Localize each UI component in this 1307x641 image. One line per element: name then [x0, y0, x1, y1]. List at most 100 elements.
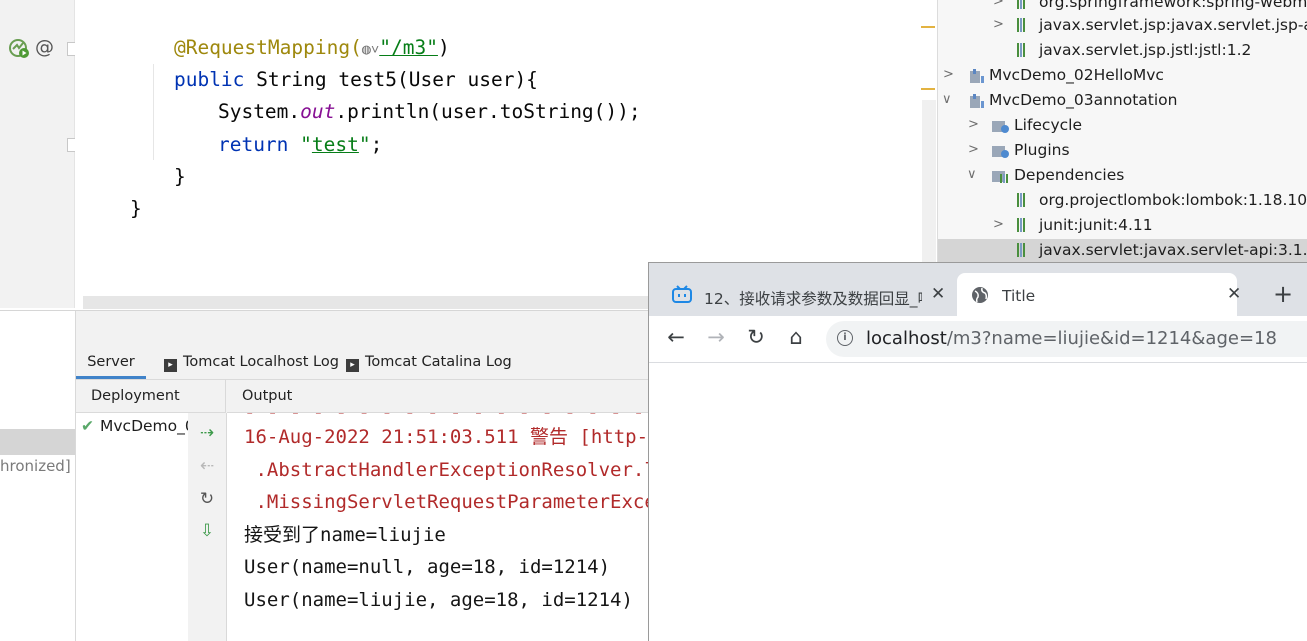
- tree-item-label: Plugins: [1014, 141, 1070, 159]
- maven-tree[interactable]: > org.springframework:spring-webmvc > ja…: [937, 0, 1307, 270]
- bilibili-icon: [672, 285, 692, 307]
- tab-tomcat-catalina-log[interactable]: ▸ Tomcat Catalina Log: [346, 345, 512, 379]
- reload-button[interactable]: ↻: [743, 325, 769, 349]
- lifecycle-folder-icon: [992, 118, 1009, 134]
- chevron-right-icon[interactable]: >: [968, 142, 979, 157]
- code-line: }: [127, 129, 186, 188]
- refresh-icon[interactable]: ↻: [197, 489, 217, 509]
- library-icon: [1017, 43, 1033, 59]
- tab-tomcat-localhost-log[interactable]: ▸ Tomcat Localhost Log: [164, 345, 339, 379]
- undeploy-icon[interactable]: ⇠: [197, 456, 217, 476]
- log-icon: ▸: [346, 359, 359, 372]
- services-tree-selected-row[interactable]: [0, 429, 75, 455]
- string-literal: ": [358, 133, 371, 156]
- tree-item-label: javax.servlet.jsp.jstl:jstl:1.2: [1039, 41, 1252, 59]
- address-bar[interactable]: i localhost/m3?name=liujie&id=1214&age=1…: [826, 321, 1307, 357]
- annotation-marker-icon[interactable]: @: [35, 36, 54, 58]
- deployment-header: Deployment: [76, 379, 226, 413]
- tree-item-label: org.projectlombok:lombok:1.18.10: [1039, 191, 1307, 209]
- chevron-down-icon[interactable]: ∨: [942, 92, 952, 107]
- chevron-right-icon[interactable]: >: [993, 217, 1004, 232]
- url-path: /m3?name=liujie&id=1214&age=18: [946, 328, 1277, 349]
- console-line: .AbstractHandlerExceptionResolver.lo: [244, 459, 657, 481]
- code-text: }: [173, 165, 186, 188]
- tree-item-label: MvcDemo_02HelloMvc: [989, 66, 1164, 84]
- output-console[interactable]: - - - - - - - - - - - - - - - - - - - 16…: [227, 413, 657, 641]
- run-mapping-icon[interactable]: [8, 37, 30, 59]
- url-host: localhost: [866, 328, 947, 349]
- tree-item-selected[interactable]: javax.servlet:javax.servlet-api:3.1.0 (p: [938, 239, 1307, 264]
- tree-item[interactable]: javax.servlet.jsp.jstl:jstl:1.2: [938, 39, 1307, 64]
- warning-marker[interactable]: [921, 88, 935, 90]
- tree-item[interactable]: ∨ Dependencies: [938, 164, 1307, 189]
- home-button[interactable]: ⌂: [783, 325, 809, 349]
- forward-button[interactable]: →: [703, 325, 729, 349]
- browser-page-content[interactable]: [649, 363, 1307, 641]
- output-header: Output: [227, 379, 657, 413]
- browser-tab-strip: 12、接收请求参数及数据回显_哔 ✕ Title ✕ +: [649, 263, 1307, 316]
- code-line: return "test";: [171, 97, 382, 156]
- back-button[interactable]: ←: [663, 325, 689, 349]
- close-icon[interactable]: ✕: [1227, 284, 1241, 304]
- tree-item[interactable]: > MvcDemo_02HelloMvc: [938, 64, 1307, 89]
- tree-item-label: javax.servlet:javax.servlet-api:3.1.0 (p: [1039, 241, 1307, 259]
- tree-item-label: junit:junit:4.11: [1039, 216, 1153, 234]
- console-line: 16-Aug-2022 21:51:03.511 警告 [http-ni: [244, 426, 657, 448]
- deployment-item[interactable]: ✔ MvcDemo_0: [76, 417, 195, 435]
- deployment-item-label: MvcDemo_0: [100, 417, 195, 435]
- console-line: .MissingServletRequestParameterExcep: [244, 491, 657, 513]
- services-tree[interactable]: hronized]: [0, 311, 116, 641]
- deployment-list[interactable]: ✔ MvcDemo_0: [76, 413, 195, 641]
- editor-gutter: @: [0, 0, 79, 308]
- console-line: 接受到了name=liujie: [244, 524, 446, 546]
- code-text: ;: [370, 133, 383, 156]
- tree-item[interactable]: > Lifecycle: [938, 114, 1307, 139]
- chevron-down-icon[interactable]: ∨: [967, 167, 977, 182]
- library-icon: [1017, 218, 1033, 234]
- plugins-folder-icon: [992, 143, 1009, 159]
- deployment-actions: ⇢ ⇠ ↻ ⇩: [188, 413, 227, 641]
- globe-icon: [971, 286, 989, 308]
- browser-tab-title: Title: [1002, 287, 1036, 305]
- tree-item[interactable]: org.projectlombok:lombok:1.18.10: [938, 189, 1307, 214]
- tree-item[interactable]: > junit:junit:4.11: [938, 214, 1307, 239]
- library-icon: [1017, 193, 1033, 209]
- library-icon: [1017, 18, 1033, 34]
- code-text: }: [129, 197, 142, 220]
- console-line: User(name=null, age=18, id=1214): [244, 556, 611, 578]
- code-line: public String test5(User user){: [127, 32, 538, 91]
- console-line: User(name=liujie, age=18, id=1214): [244, 589, 633, 611]
- browser-tab-active[interactable]: Title ✕: [957, 273, 1241, 316]
- tree-item-label: org.springframework:spring-webmvc: [1039, 0, 1307, 11]
- deploy-icon[interactable]: ⇢: [197, 423, 217, 443]
- dependencies-folder-icon: [992, 168, 1008, 184]
- warning-marker[interactable]: [921, 26, 935, 28]
- library-icon: [1017, 0, 1033, 11]
- tree-item[interactable]: > Plugins: [938, 139, 1307, 164]
- close-icon[interactable]: ✕: [931, 284, 945, 304]
- tab-label: Tomcat Localhost Log: [183, 354, 339, 370]
- chevron-right-icon[interactable]: >: [993, 0, 1004, 9]
- code-line: System.out.println(user.toString());: [171, 64, 641, 123]
- tree-item[interactable]: ∨ MvcDemo_03annotation: [938, 89, 1307, 114]
- tab-server[interactable]: Server: [76, 345, 146, 379]
- chevron-right-icon[interactable]: >: [968, 117, 979, 132]
- tree-item[interactable]: > javax.servlet.jsp:javax.servlet.jsp-ap…: [938, 14, 1307, 39]
- library-icon: [1017, 243, 1033, 259]
- browser-tab[interactable]: 12、接收请求参数及数据回显_哔 ✕: [659, 275, 959, 316]
- url-text[interactable]: localhost/m3?name=liujie&id=1214&age=18: [866, 328, 1277, 349]
- deploy-all-icon[interactable]: ⇩: [197, 521, 217, 541]
- keyword: return: [217, 133, 289, 156]
- log-icon: ▸: [164, 359, 177, 372]
- maven-module-icon: [969, 68, 985, 84]
- tree-item-label: Dependencies: [1014, 166, 1125, 184]
- indent-guide: [153, 64, 154, 160]
- chevron-right-icon[interactable]: >: [993, 17, 1004, 32]
- browser-toolbar: ← → ↻ ⌂ i localhost/m3?name=liujie&id=12…: [649, 316, 1307, 363]
- site-info-icon[interactable]: i: [837, 330, 853, 346]
- tree-item-label-text: javax.servlet:javax.servlet-api:3.1.0: [1039, 241, 1307, 259]
- string-literal: ": [300, 133, 312, 156]
- chevron-right-icon[interactable]: >: [943, 67, 954, 82]
- new-tab-button[interactable]: +: [1273, 280, 1293, 308]
